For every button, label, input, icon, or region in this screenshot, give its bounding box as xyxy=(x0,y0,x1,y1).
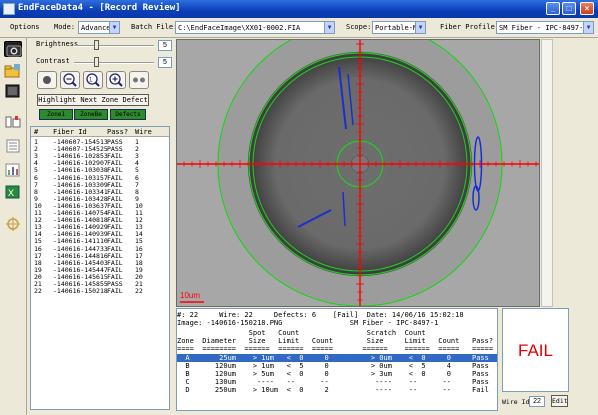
report-zone-row[interactable]: D 250um > 10um < 0 2 ---- -- -- Fail xyxy=(177,386,497,394)
report-summary-line: #: 22 Wire: 22 Defects: 6 [Fail] Date: 1… xyxy=(177,311,464,319)
chart-glyph xyxy=(5,163,20,177)
maximize-button[interactable]: □ xyxy=(562,2,576,15)
mode-select[interactable]: Advanced ▼ xyxy=(78,21,120,34)
zoom-fit-button[interactable]: 1 xyxy=(83,71,103,89)
brightness-value[interactable]: 5 xyxy=(158,40,172,51)
brightness-slider-thumb[interactable] xyxy=(94,40,99,50)
zoom-out-icon xyxy=(63,73,77,87)
camera-icon[interactable] xyxy=(4,41,22,57)
brightness-slider[interactable] xyxy=(74,45,154,47)
svg-text:X: X xyxy=(8,188,14,198)
contrast-slider[interactable] xyxy=(74,62,154,64)
top-toolbar: Options Mode: Advanced ▼ Batch File: C:\… xyxy=(0,18,598,38)
contrast-label: Contrast xyxy=(36,57,70,65)
inspection-report: #: 22 Wire: 22 Defects: 6 [Fail] Date: 1… xyxy=(176,308,498,411)
open-folder-icon[interactable] xyxy=(4,63,22,79)
close-button[interactable]: × xyxy=(580,2,594,15)
scale-label: 10um xyxy=(180,291,200,300)
edit-button[interactable]: Edit xyxy=(551,395,568,407)
fiber-profile-select[interactable]: SM Fiber - IPC-8497-1 ▼ xyxy=(496,21,594,34)
report-book-icon[interactable] xyxy=(4,83,22,99)
fiber-list-header: # Fiber Id Pass? Wire xyxy=(31,127,169,137)
camera-glyph xyxy=(6,45,22,57)
chart-view-icon[interactable] xyxy=(4,162,22,178)
brightness-label: Brightness xyxy=(36,40,79,48)
batch-file-select[interactable]: C:\EndFaceImage\XX01-0002.FIA ▼ xyxy=(175,21,335,34)
chevron-down-icon: ▼ xyxy=(583,22,593,33)
crosshair-icon[interactable] xyxy=(4,216,22,232)
col-header-wire[interactable]: Wire xyxy=(135,128,152,136)
crosshair-glyph xyxy=(6,217,20,231)
fiber-number: 22 xyxy=(34,287,42,296)
print-glyph xyxy=(5,116,21,128)
chevron-down-icon: ▼ xyxy=(109,22,119,33)
zonebe-button[interactable]: ZoneBe xyxy=(74,109,108,120)
scope-value: Portable-N xyxy=(375,24,418,32)
contrast-value[interactable]: 5 xyxy=(158,57,172,68)
endface-image-viewer[interactable]: 10um xyxy=(176,39,540,307)
zone1-button[interactable]: Zone1 xyxy=(39,109,73,120)
col-header-pass[interactable]: Pass? xyxy=(107,128,128,136)
report-zone-row[interactable]: C 130um ---- -- -- ---- -- -- Pass xyxy=(177,378,497,386)
zoom-fit-icon: 1 xyxy=(86,73,100,87)
chevron-down-icon: ▼ xyxy=(324,22,334,33)
dual-dot-icon xyxy=(133,77,145,83)
batch-file-value: C:\EndFaceImage\XX01-0002.FIA xyxy=(178,24,301,32)
print-icon[interactable] xyxy=(4,114,22,130)
window-title: EndFaceData4 - [Record Review] xyxy=(18,3,181,13)
report-zone-row[interactable]: B 120um > 5um < 0 0 > 3um < 0 0 Pass xyxy=(177,370,497,378)
col-header-number[interactable]: # xyxy=(34,128,38,136)
record-button[interactable] xyxy=(37,71,57,89)
scope-label: Scope: xyxy=(346,23,372,31)
list-view-icon[interactable] xyxy=(4,138,22,154)
title-bar: EndFaceData4 - [Record Review] _ □ × xyxy=(0,0,598,18)
app-icon xyxy=(3,3,15,15)
zoom-out-button[interactable] xyxy=(60,71,80,89)
fiber-id: -140616-150218 xyxy=(53,287,108,296)
scope-select[interactable]: Portable-N ▼ xyxy=(372,21,426,34)
list-glyph xyxy=(6,139,20,153)
chevron-down-icon: ▼ xyxy=(415,22,425,33)
report-header-line2: Zone Diameter Size Limit Count Size Limi… xyxy=(177,337,494,345)
mode-label: Mode: xyxy=(54,23,76,31)
viewer-scrollbar[interactable] xyxy=(541,39,553,307)
fiber-list-row[interactable]: 22 -140616-150218 FAIL 22 xyxy=(31,288,169,295)
batch-file-label: Batch File: xyxy=(131,23,178,31)
left-toolbar: X xyxy=(0,38,27,415)
fiber-profile-label: Fiber Profile: xyxy=(440,23,500,31)
result-status: FAIL xyxy=(502,308,569,392)
defects-button[interactable]: Defects xyxy=(110,109,146,120)
book-glyph xyxy=(5,84,20,98)
highlight-next-zone-defect-button[interactable]: Highlight Next Zone Defect xyxy=(37,94,149,106)
wire-id-label: Wire Id xyxy=(502,398,530,406)
excel-glyph: X xyxy=(5,185,20,199)
report-header-line1: Spot Count Scratch Count xyxy=(177,329,426,337)
report-image-line: Image: -140616-150218.PNG SM Fiber - IPC… xyxy=(177,319,439,327)
fiber-profile-value: SM Fiber - IPC-8497-1 xyxy=(499,24,588,32)
report-zone-row[interactable]: B 120um > 1um < 5 0 > 0um < 5 4 Pass xyxy=(177,362,497,370)
zoom-in-icon xyxy=(109,73,123,87)
record-icon xyxy=(43,76,51,84)
contrast-slider-thumb[interactable] xyxy=(94,57,99,67)
image-controls: Brightness 5 Contrast 5 1 Highlight Next… xyxy=(28,38,173,126)
options-menu[interactable]: Options xyxy=(10,23,40,31)
dual-view-button[interactable] xyxy=(129,71,149,89)
fiber-wire: 22 xyxy=(135,287,143,296)
report-zone-row[interactable]: A 25um > 1um < 0 0 > 0um < 0 0 Pass xyxy=(177,354,497,362)
endface-image: 10um xyxy=(177,40,539,306)
report-separator: ==== ======== ====== ====== ===== ======… xyxy=(177,345,494,353)
minimize-button[interactable]: _ xyxy=(546,2,560,15)
export-excel-icon[interactable]: X xyxy=(4,184,22,200)
folder-glyph xyxy=(4,64,20,78)
col-header-fiber-id[interactable]: Fiber Id xyxy=(53,128,87,136)
zoom-in-button[interactable] xyxy=(106,71,126,89)
wire-id-field[interactable]: 22 xyxy=(529,396,545,407)
fiber-pass: FAIL xyxy=(107,287,123,296)
fiber-list[interactable]: # Fiber Id Pass? Wire 1 -140607-154513 PAS… xyxy=(30,126,170,410)
